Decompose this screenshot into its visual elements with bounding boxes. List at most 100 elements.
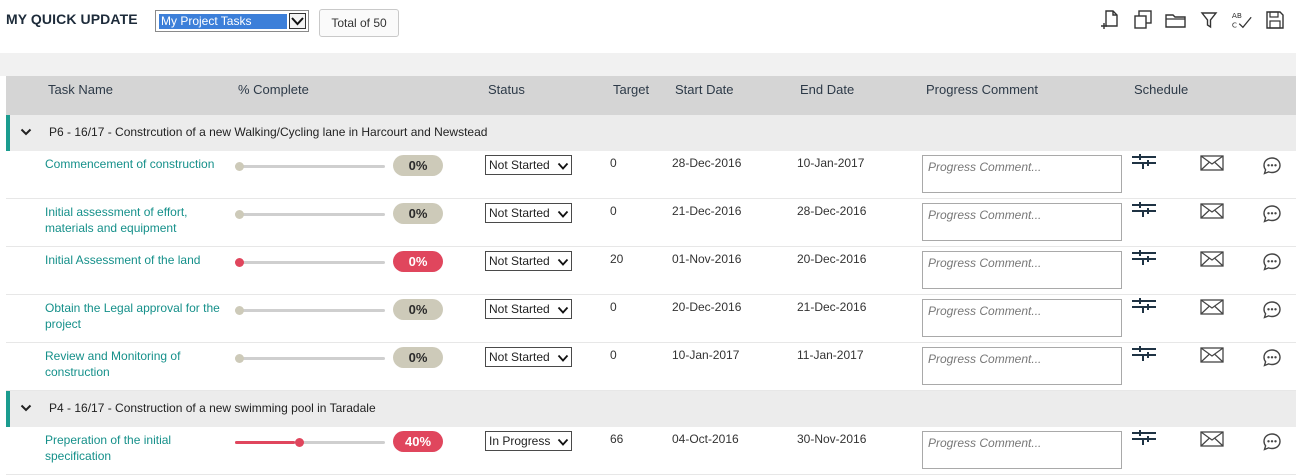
col-status[interactable]: Status bbox=[488, 76, 525, 115]
percent-badge: 40% bbox=[393, 431, 443, 452]
chevron-down-icon bbox=[557, 159, 569, 177]
col-task-name[interactable]: Task Name bbox=[48, 76, 113, 115]
end-date-value: 30-Nov-2016 bbox=[797, 432, 867, 446]
progress-slider-handle[interactable] bbox=[235, 306, 244, 315]
task-name-link[interactable]: Initial Assessment of the land bbox=[45, 252, 235, 268]
comment-bubble-icon[interactable] bbox=[1262, 432, 1282, 457]
start-date-value: 01-Nov-2016 bbox=[672, 252, 742, 266]
progress-slider-handle[interactable] bbox=[235, 258, 244, 267]
end-date-value: 21-Dec-2016 bbox=[797, 300, 867, 314]
end-date-value: 10-Jan-2017 bbox=[797, 156, 865, 170]
task-name-link[interactable]: Review and Monitoring of construction bbox=[45, 348, 235, 380]
task-name-link[interactable]: Initial assessment of effort, materials … bbox=[45, 204, 235, 236]
save-icon[interactable] bbox=[1264, 9, 1286, 31]
progress-comment-input[interactable]: Progress Comment... bbox=[922, 155, 1122, 193]
col-schedule[interactable]: Schedule bbox=[1134, 76, 1188, 115]
start-date-value: 21-Dec-2016 bbox=[672, 204, 742, 218]
chevron-down-icon bbox=[557, 255, 569, 273]
task-name-link[interactable]: Obtain the Legal approval for the projec… bbox=[45, 300, 235, 332]
start-date-value: 20-Dec-2016 bbox=[672, 300, 742, 314]
percent-badge: 0% bbox=[393, 251, 443, 272]
comment-bubble-icon[interactable] bbox=[1262, 252, 1282, 277]
progress-slider-handle[interactable] bbox=[235, 162, 244, 171]
schedule-adjust-icon[interactable] bbox=[1131, 345, 1157, 368]
percent-badge: 0% bbox=[393, 203, 443, 224]
copy-icon[interactable] bbox=[1132, 9, 1154, 31]
progress-slider[interactable] bbox=[235, 438, 385, 447]
tasks-grid: Task Name % Complete Status Target Start… bbox=[6, 76, 1296, 475]
task-name-link[interactable]: Commencement of construction bbox=[45, 156, 235, 172]
progress-slider[interactable] bbox=[235, 210, 385, 219]
status-select-value: Not Started bbox=[489, 350, 550, 364]
target-value: 66 bbox=[610, 432, 624, 446]
progress-slider-handle[interactable] bbox=[235, 354, 244, 363]
status-select-value: Not Started bbox=[489, 302, 550, 316]
target-value: 0 bbox=[610, 348, 617, 362]
spacer bbox=[0, 53, 1296, 76]
target-value: 0 bbox=[610, 300, 617, 314]
mail-icon[interactable] bbox=[1200, 155, 1224, 176]
progress-slider-handle[interactable] bbox=[295, 438, 304, 447]
mail-icon[interactable] bbox=[1200, 203, 1224, 224]
comment-bubble-icon[interactable] bbox=[1262, 204, 1282, 229]
col-end-date[interactable]: End Date bbox=[800, 76, 854, 115]
toolbar: AB C bbox=[1099, 9, 1286, 31]
progress-comment-input[interactable]: Progress Comment... bbox=[922, 251, 1122, 289]
progress-comment-input[interactable]: Progress Comment... bbox=[922, 347, 1122, 385]
status-select[interactable]: Not Started bbox=[485, 299, 572, 319]
group-header[interactable]: P6 - 16/17 - Constrcution of a new Walki… bbox=[6, 115, 1296, 151]
chevron-down-icon[interactable] bbox=[20, 400, 32, 418]
status-select-value: Not Started bbox=[489, 158, 550, 172]
progress-comment-input[interactable]: Progress Comment... bbox=[922, 431, 1122, 469]
mail-icon[interactable] bbox=[1200, 251, 1224, 272]
status-select[interactable]: Not Started bbox=[485, 251, 572, 271]
progress-comment-input[interactable]: Progress Comment... bbox=[922, 203, 1122, 241]
status-select-value: Not Started bbox=[489, 254, 550, 268]
progress-slider[interactable] bbox=[235, 354, 385, 363]
schedule-adjust-icon[interactable] bbox=[1131, 297, 1157, 320]
comment-bubble-icon[interactable] bbox=[1262, 300, 1282, 325]
table-row: Review and Monitoring of construction 0%… bbox=[6, 343, 1296, 391]
status-select[interactable]: Not Started bbox=[485, 203, 572, 223]
progress-slider[interactable] bbox=[235, 306, 385, 315]
filter-icon[interactable] bbox=[1198, 9, 1220, 31]
progress-slider-handle[interactable] bbox=[235, 210, 244, 219]
status-select[interactable]: Not Started bbox=[485, 347, 572, 367]
schedule-adjust-icon[interactable] bbox=[1131, 249, 1157, 272]
schedule-adjust-icon[interactable] bbox=[1131, 153, 1157, 176]
folder-icon[interactable] bbox=[1165, 9, 1187, 31]
schedule-adjust-icon[interactable] bbox=[1131, 429, 1157, 452]
col-percent-complete[interactable]: % Complete bbox=[238, 76, 309, 115]
col-progress-comment[interactable]: Progress Comment bbox=[926, 76, 1038, 115]
task-name-link[interactable]: Preperation of the initial specification bbox=[45, 432, 235, 464]
percent-badge: 0% bbox=[393, 155, 443, 176]
progress-slider[interactable] bbox=[235, 162, 385, 171]
status-select-value: Not Started bbox=[489, 206, 550, 220]
status-select[interactable]: Not Started bbox=[485, 155, 572, 175]
mail-icon[interactable] bbox=[1200, 299, 1224, 320]
add-page-icon[interactable] bbox=[1099, 9, 1121, 31]
mail-icon[interactable] bbox=[1200, 431, 1224, 452]
end-date-value: 28-Dec-2016 bbox=[797, 204, 867, 218]
mail-icon[interactable] bbox=[1200, 347, 1224, 368]
total-count-button[interactable]: Total of 50 bbox=[319, 9, 399, 37]
end-date-value: 20-Dec-2016 bbox=[797, 252, 867, 266]
status-select[interactable]: In Progress bbox=[485, 431, 572, 451]
table-row: Obtain the Legal approval for the projec… bbox=[6, 295, 1296, 343]
comment-bubble-icon[interactable] bbox=[1262, 348, 1282, 373]
spellcheck-icon[interactable]: AB C bbox=[1231, 9, 1253, 31]
chevron-down-icon bbox=[557, 207, 569, 225]
group-header[interactable]: P4 - 16/17 - Construction of a new swimm… bbox=[6, 391, 1296, 427]
chevron-down-icon[interactable] bbox=[289, 13, 306, 29]
percent-badge: 0% bbox=[393, 299, 443, 320]
col-target[interactable]: Target bbox=[613, 76, 649, 115]
col-start-date[interactable]: Start Date bbox=[675, 76, 734, 115]
progress-comment-input[interactable]: Progress Comment... bbox=[922, 299, 1122, 337]
percent-badge: 0% bbox=[393, 347, 443, 368]
progress-slider[interactable] bbox=[235, 258, 385, 267]
schedule-adjust-icon[interactable] bbox=[1131, 201, 1157, 224]
table-row: Initial Assessment of the land 0% Not St… bbox=[6, 247, 1296, 295]
chevron-down-icon[interactable] bbox=[20, 124, 32, 142]
task-list-select[interactable]: My Project Tasks bbox=[155, 10, 309, 32]
comment-bubble-icon[interactable] bbox=[1262, 156, 1282, 181]
